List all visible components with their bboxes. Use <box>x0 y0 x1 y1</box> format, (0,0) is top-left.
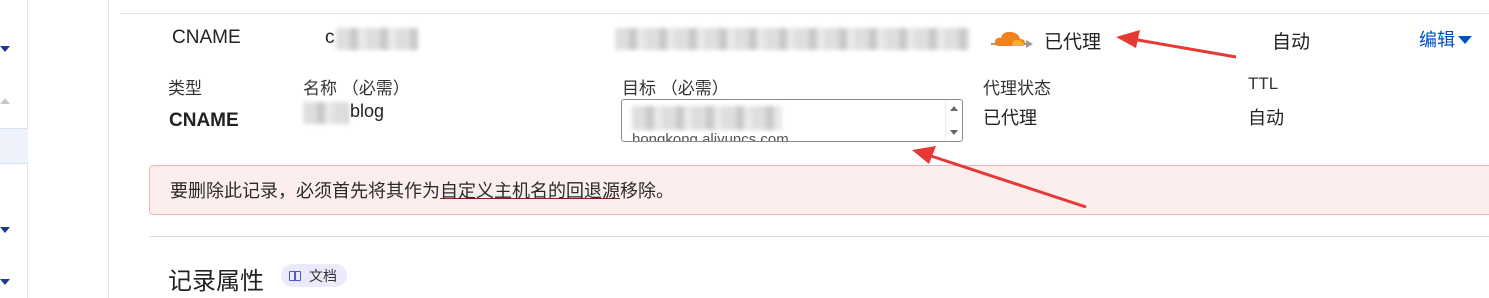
fallback-origin-link[interactable]: 自定义主机名的回退源 <box>440 177 620 203</box>
delete-warning-alert: 要删除此记录，必须首先将其作为 自定义主机名的回退源 移除。 <box>149 165 1489 215</box>
name-label: 名称 （必需） <box>303 79 410 98</box>
docs-label: 文档 <box>309 267 337 284</box>
edit-label: 编辑 <box>1419 30 1455 50</box>
row-separator <box>120 13 1489 14</box>
redacted-target <box>615 28 970 50</box>
ttl-field-value[interactable]: 自动 <box>1248 104 1284 130</box>
arrowhead-icon <box>1116 30 1140 48</box>
proxy-status-label: 代理状态 <box>983 79 1051 98</box>
docs-badge[interactable]: 文档 <box>281 264 347 287</box>
alert-text-after: 移除。 <box>620 181 674 201</box>
caret-down-icon <box>1458 36 1472 44</box>
annotation-arrow-proxy <box>1131 37 1237 59</box>
section-title: 记录属性 <box>168 268 264 295</box>
chevron-down-icon[interactable] <box>0 227 10 233</box>
name-field[interactable]: blog <box>350 101 384 122</box>
proxy-status-value[interactable]: 已代理 <box>983 104 1037 130</box>
ttl-value: 自动 <box>1272 32 1311 53</box>
redacted-name <box>336 28 418 50</box>
proxy-cloud-icon <box>991 31 1033 48</box>
ttl-label: TTL <box>1248 74 1279 93</box>
section-divider <box>149 236 1489 237</box>
alert-text-before: 要删除此记录，必须首先将其作为 <box>170 181 440 201</box>
chevron-down-icon[interactable] <box>0 279 10 285</box>
edit-button[interactable]: 编辑 <box>1419 26 1472 52</box>
panel-divider <box>108 0 109 298</box>
scroll-up-icon[interactable] <box>950 106 958 111</box>
chevron-down-icon[interactable] <box>0 46 10 52</box>
textarea-scrollbar[interactable] <box>945 100 962 141</box>
arrowhead-icon <box>912 146 936 164</box>
redacted-target-field <box>632 106 782 130</box>
target-label: 目标 （必需） <box>622 79 729 98</box>
redacted-name-field <box>303 102 349 124</box>
target-textarea[interactable]: hongkong.aliyuncs.com <box>621 99 963 142</box>
type-value: CNAME <box>169 110 239 131</box>
record-type: CNAME <box>172 27 241 48</box>
left-sidebar <box>0 0 28 298</box>
chevron-up-icon[interactable] <box>0 98 10 104</box>
type-label: 类型 <box>168 79 202 98</box>
scroll-down-icon[interactable] <box>950 130 958 135</box>
target-field-text: hongkong.aliyuncs.com <box>632 131 789 142</box>
book-icon <box>289 270 301 281</box>
sidebar-selected-item[interactable] <box>0 128 28 164</box>
record-name-prefix: c <box>325 27 335 48</box>
proxy-status: 已代理 <box>1044 32 1102 53</box>
